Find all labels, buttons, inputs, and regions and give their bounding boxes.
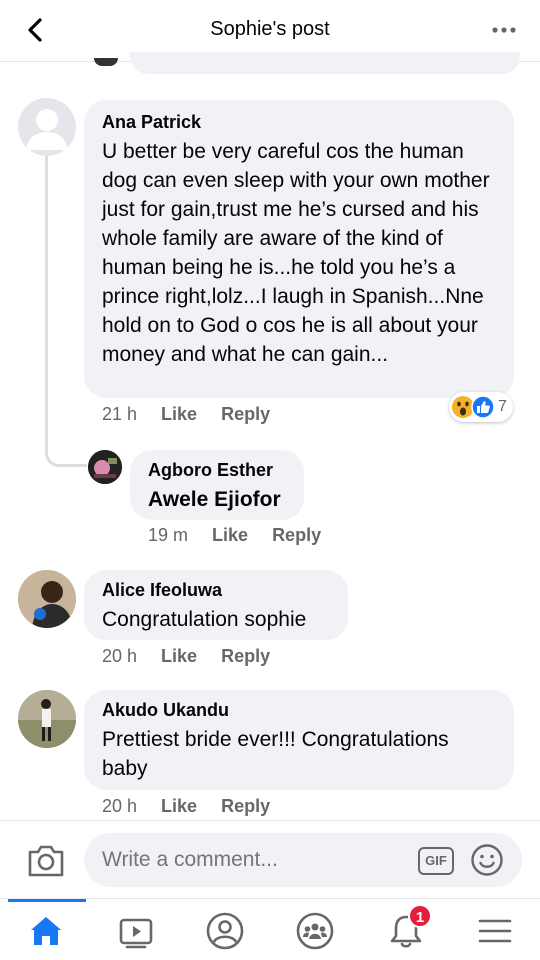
comment-author[interactable]: Alice Ifeoluwa [102, 580, 330, 601]
comment-actions: 19 m Like Reply [148, 525, 345, 546]
notification-badge: 1 [408, 904, 432, 928]
comment-text: Prettiest bride ever!!! Congratulations … [102, 728, 449, 780]
reply-bubble[interactable]: Agboro Esther Awele Ejiofor [130, 450, 304, 520]
profile-icon [206, 912, 244, 950]
active-tab-indicator [8, 899, 86, 902]
comment-bubble[interactable]: Ana Patrick U better be very careful cos… [84, 100, 514, 398]
emoji-icon[interactable] [470, 843, 504, 877]
nav-notifications[interactable] [360, 899, 450, 960]
comment-actions: 20 h Like Reply [102, 646, 294, 667]
comment-bubble[interactable]: Akudo Ukandu Prettiest bride ever!!! Con… [84, 690, 514, 790]
comment-input[interactable] [84, 833, 522, 887]
gif-button[interactable]: GIF [418, 847, 454, 875]
comment-author[interactable]: Akudo Ukandu [102, 700, 496, 721]
more-horizontal-icon[interactable] [490, 16, 518, 44]
comment-text[interactable]: Awele Ejiofor [148, 485, 286, 514]
previous-comment-bubble-edge [130, 52, 520, 74]
avatar[interactable] [18, 570, 76, 628]
reply-button[interactable]: Reply [221, 404, 270, 424]
comment-bubble[interactable]: Alice Ifeoluwa Congratulation sophie [84, 570, 348, 640]
comment-actions: 21 h Like Reply [102, 404, 294, 425]
default-avatar-icon [26, 109, 68, 150]
reply-button[interactable]: Reply [221, 796, 270, 816]
reply-thread-line [45, 155, 87, 467]
nav-home[interactable] [0, 899, 90, 960]
like-button[interactable]: Like [161, 796, 197, 816]
like-reaction-icon [471, 395, 495, 419]
menu-icon [478, 919, 512, 943]
profile-photo-icon [18, 690, 76, 748]
like-button[interactable]: Like [212, 525, 248, 545]
page-title: Sophie's post [210, 18, 330, 40]
comment-time: 19 m [148, 525, 189, 545]
like-button[interactable]: Like [161, 404, 197, 424]
nav-menu[interactable] [450, 899, 540, 960]
avatar[interactable] [88, 450, 122, 484]
previous-avatar-edge [94, 58, 118, 66]
reaction-summary[interactable]: 7 [449, 392, 513, 422]
comment-author[interactable]: Ana Patrick [102, 112, 496, 133]
camera-icon[interactable] [26, 841, 66, 879]
like-button[interactable]: Like [161, 646, 197, 666]
comment-text: U better be very careful cos the human d… [102, 140, 490, 366]
nav-watch[interactable] [90, 899, 180, 960]
watch-icon [119, 918, 153, 949]
nav-groups[interactable] [270, 899, 360, 960]
reply-button[interactable]: Reply [221, 646, 270, 666]
comment-time: 21 h [102, 404, 138, 424]
home-icon [31, 917, 61, 945]
avatar[interactable] [18, 98, 76, 156]
comment-composer: GIF [0, 820, 540, 898]
reply-button[interactable]: Reply [272, 525, 321, 545]
bottom-nav: 1 [0, 898, 540, 960]
comment-time: 20 h [102, 796, 138, 816]
comment-time: 20 h [102, 646, 138, 666]
profile-photo-icon [18, 570, 76, 628]
profile-photo-icon [88, 450, 122, 484]
reaction-count: 7 [498, 398, 507, 415]
comment-actions: 20 h Like Reply [102, 796, 294, 817]
nav-profile[interactable] [180, 899, 270, 960]
groups-icon [296, 912, 334, 950]
comment-text: Congratulation sophie [102, 608, 307, 631]
avatar[interactable] [18, 690, 76, 748]
comment-author[interactable]: Agboro Esther [148, 460, 286, 481]
